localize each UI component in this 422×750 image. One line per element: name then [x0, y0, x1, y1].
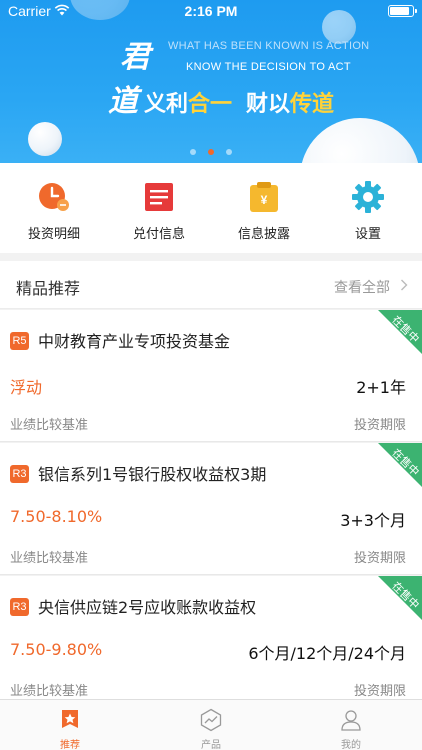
- product-name: 中财教育产业专项投资基金: [38, 332, 231, 351]
- quick-item-settings[interactable]: 设置: [318, 177, 418, 247]
- chevron-right-icon[interactable]: [400, 279, 408, 291]
- benchmark-rate-label: 业绩比较基准: [10, 551, 89, 566]
- user-profile-icon: [341, 710, 361, 731]
- banner-slogan: 义利合一 财以传道: [144, 86, 334, 118]
- decor-bubble: [300, 118, 420, 163]
- benchmark-rate: 7.50-8.10%: [10, 507, 103, 526]
- quick-item-disclosure[interactable]: ¥ 信息披露: [214, 177, 314, 247]
- product-card[interactable]: R3 银信系列1号银行股权收益权3期 在售中 7.50-8.10% 3+3个月 …: [0, 443, 422, 575]
- bottom-tab-bar: 推荐 产品 我的: [0, 699, 422, 750]
- tab-products[interactable]: 产品: [141, 700, 281, 750]
- banner-motto-line2: KNOW THE DECISION TO ACT: [186, 61, 351, 73]
- tab-recommend[interactable]: 推荐: [0, 700, 140, 750]
- benchmark-rate: 7.50-9.80%: [10, 640, 103, 659]
- section-title: 精品推荐: [16, 279, 81, 298]
- quick-menu: 投资明细 兑付信息 ¥ 信息披露 设置: [0, 163, 422, 253]
- product-name: 央信供应链2号应收账款收益权: [38, 598, 257, 617]
- risk-level-badge: R3: [10, 465, 29, 483]
- on-sale-corner-badge: 在售中: [378, 310, 422, 354]
- quick-item-label: 信息披露: [237, 227, 290, 242]
- slogan-part: 传道: [290, 92, 335, 117]
- quick-item-payout-info[interactable]: 兑付信息: [109, 177, 209, 247]
- product-card[interactable]: R3 央信供应链2号应收账款收益权 在售中 7.50-9.80% 6个月/12个…: [0, 576, 422, 708]
- trend-chart-icon: [200, 708, 222, 732]
- benchmark-rate: 浮动: [10, 378, 43, 397]
- investment-term: 6个月/12个月/24个月: [248, 644, 406, 663]
- investment-term: 2+1年: [356, 378, 406, 397]
- investment-term-label: 投资期限: [353, 684, 406, 699]
- banner-page-dot[interactable]: [190, 149, 196, 155]
- on-sale-corner-badge: 在售中: [378, 443, 422, 487]
- quick-item-label: 投资明细: [27, 227, 80, 242]
- battery-icon: [388, 5, 417, 17]
- tab-label: 推荐: [60, 740, 80, 750]
- investment-term-label: 投资期限: [353, 418, 406, 433]
- quick-item-investment-detail[interactable]: 投资明细: [4, 177, 104, 247]
- product-card[interactable]: R5 中财教育产业专项投资基金 在售中 浮动 2+1年 业绩比较基准 投资期限: [0, 310, 422, 442]
- banner-motto-line1: WHAT HAS BEEN KNOWN IS ACTION: [168, 40, 370, 52]
- promo-banner[interactable]: Carrier 2:16 PM 君 道 WHAT HAS BEEN KNOWN …: [0, 0, 422, 163]
- slogan-part: 财以: [246, 92, 291, 117]
- disclosure-icon: ¥: [250, 182, 278, 212]
- featured-section-header: 精品推荐 查看全部: [0, 261, 422, 309]
- risk-level-badge: R3: [10, 598, 29, 616]
- risk-level-badge: R5: [10, 332, 29, 350]
- calligraphy-char: 君: [120, 40, 150, 75]
- quick-item-label: 设置: [354, 227, 381, 242]
- status-bar: Carrier 2:16 PM: [0, 0, 422, 22]
- investment-term: 3+3个月: [340, 511, 406, 530]
- quick-item-label: 兑付信息: [132, 227, 185, 242]
- tab-label: 产品: [201, 740, 221, 750]
- settings-gear-icon: [352, 181, 384, 213]
- status-time: 2:16 PM: [184, 3, 238, 19]
- tab-label: 我的: [341, 740, 361, 750]
- calligraphy-char: 道: [108, 84, 138, 119]
- investment-term-label: 投资期限: [353, 551, 406, 566]
- tab-mine[interactable]: 我的: [281, 700, 421, 750]
- slogan-part: 义利: [144, 92, 189, 117]
- on-sale-corner-badge: 在售中: [378, 576, 422, 620]
- star-badge-icon: [62, 710, 78, 728]
- banner-page-dot[interactable]: [208, 149, 214, 155]
- benchmark-rate-label: 业绩比较基准: [10, 684, 89, 699]
- view-all-link[interactable]: 查看全部: [334, 277, 390, 297]
- app-screen: Carrier 2:16 PM 君 道 WHAT HAS BEEN KNOWN …: [0, 0, 422, 750]
- payout-info-icon: [145, 183, 173, 211]
- investment-detail-icon: [39, 183, 69, 211]
- product-name: 银信系列1号银行股权收益权3期: [38, 465, 267, 484]
- banner-page-indicator[interactable]: [0, 149, 422, 155]
- svg-text:¥: ¥: [261, 193, 268, 207]
- battery-level: [390, 7, 409, 15]
- benchmark-rate-label: 业绩比较基准: [10, 418, 89, 433]
- banner-page-dot[interactable]: [226, 149, 232, 155]
- slogan-part: 合一: [188, 92, 233, 117]
